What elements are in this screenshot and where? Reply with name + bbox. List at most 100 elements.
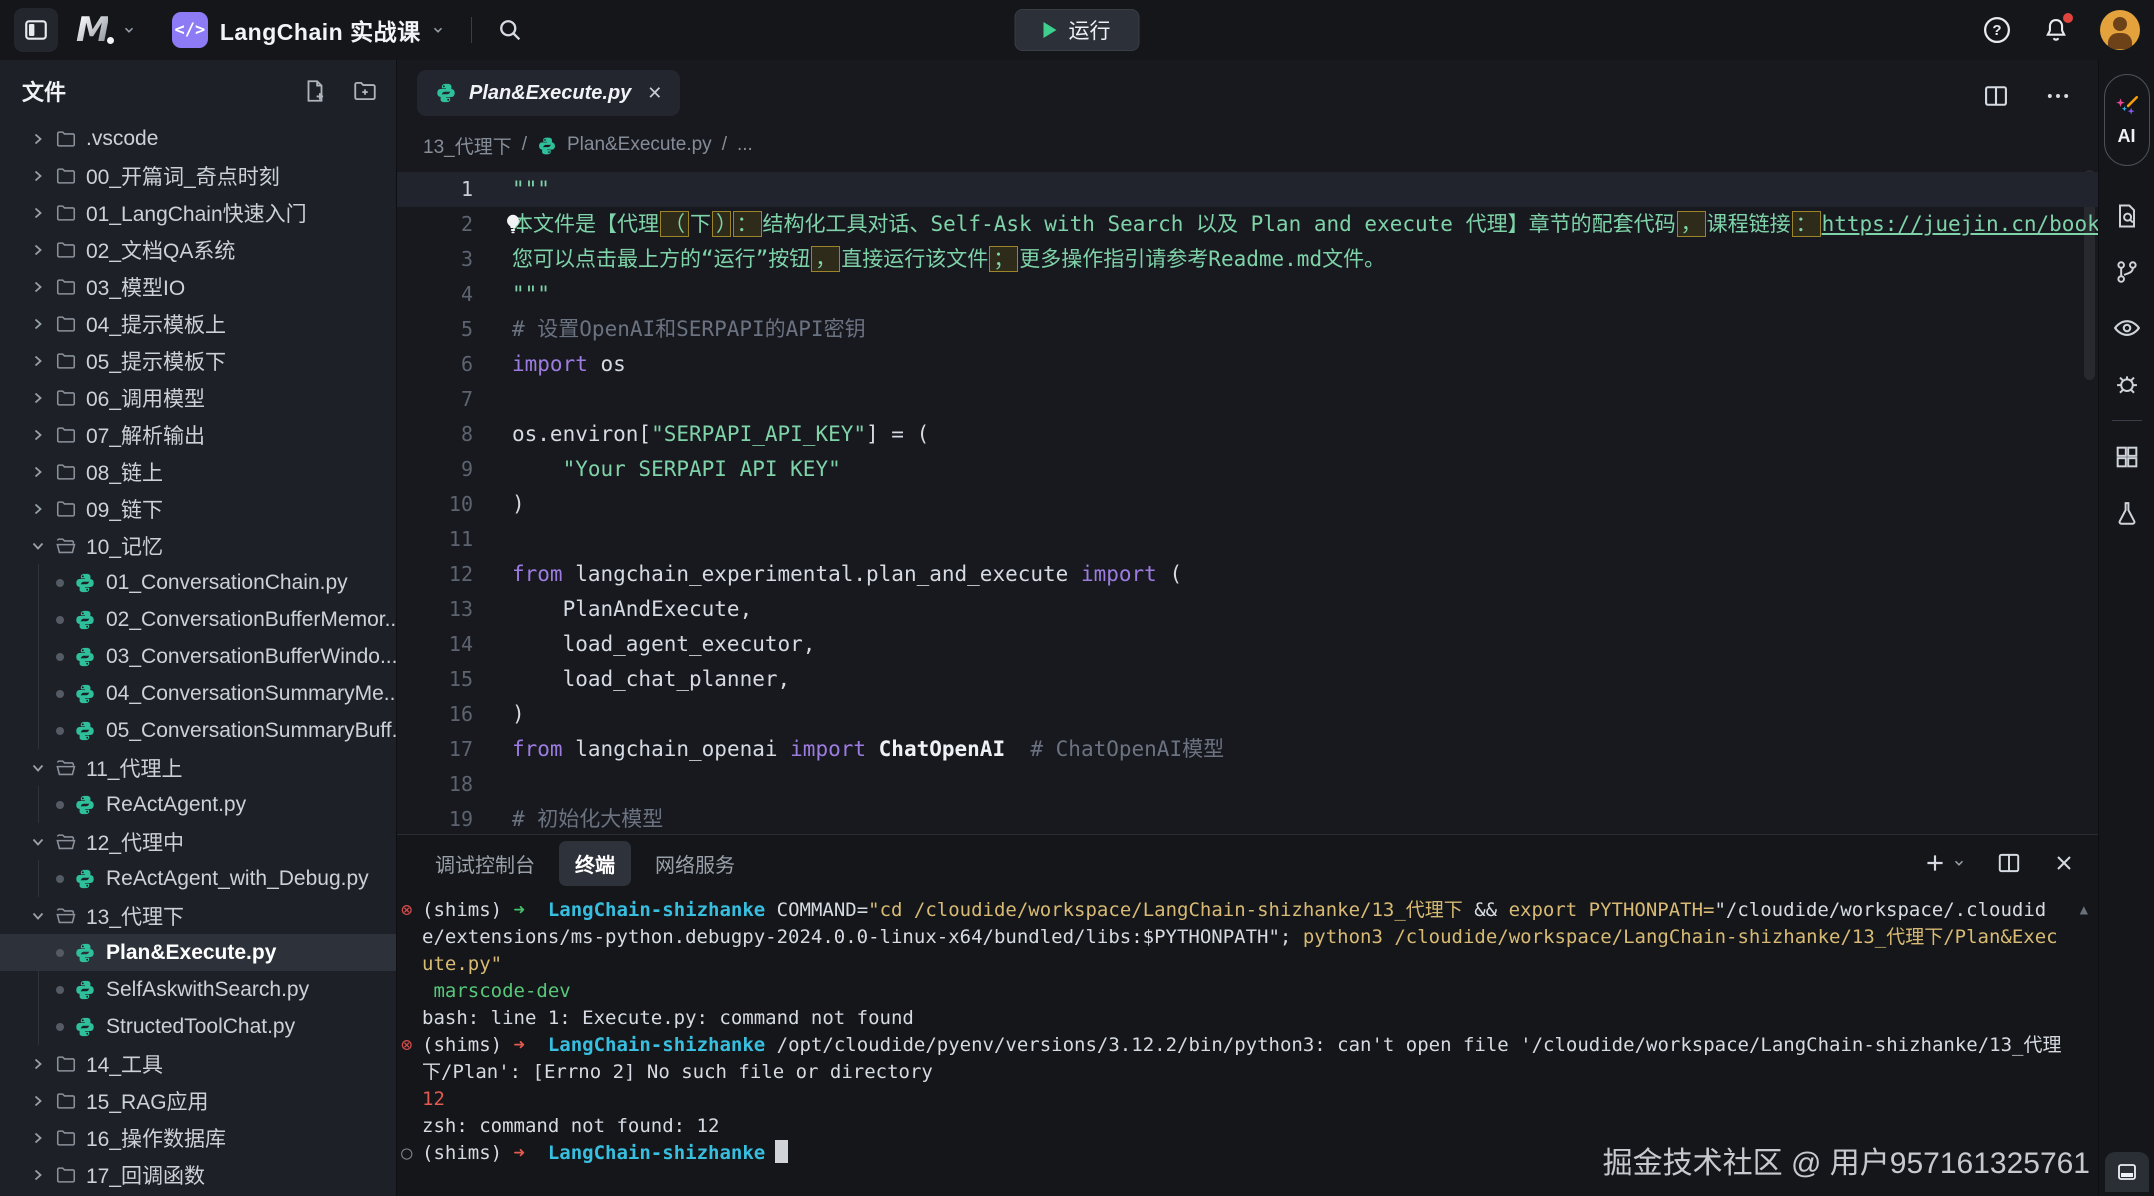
code-line[interactable]: 16) xyxy=(397,697,2098,732)
project-chevron-down-icon[interactable] xyxy=(431,23,445,37)
breadcrumb[interactable]: 13_代理下 / Plan&Execute.py / ... xyxy=(397,124,2098,166)
tree-file-row[interactable]: StructedToolChat.py xyxy=(0,1008,396,1045)
tree-folder-row[interactable]: 05_提示模板下 xyxy=(0,342,396,379)
split-editor-icon[interactable] xyxy=(1982,82,2010,110)
sidebar-toggle-button[interactable] xyxy=(14,8,58,52)
code-line[interactable]: 6import os xyxy=(397,347,2098,382)
logo-chevron-down-icon[interactable] xyxy=(122,23,136,37)
lightbulb-icon[interactable] xyxy=(501,212,525,236)
code-line[interactable]: 3您可以点击最上方的“运行”按钮，直接运行该文件；更多操作指引请参考Readme… xyxy=(397,242,2098,277)
search-icon[interactable] xyxy=(496,16,524,44)
search-in-files-button[interactable] xyxy=(2099,188,2154,244)
code-line[interactable]: 5# 设置OpenAI和SERPAPI的API密钥 xyxy=(397,312,2098,347)
code-line[interactable]: 11 xyxy=(397,522,2098,557)
line-number: 11 xyxy=(397,522,473,557)
code-line[interactable]: 7 xyxy=(397,382,2098,417)
tree-folder-row[interactable]: 09_链下 xyxy=(0,490,396,527)
code-line[interactable]: 18 xyxy=(397,767,2098,802)
tab-close-icon[interactable]: ✕ xyxy=(647,83,662,104)
chevron-icon xyxy=(30,1056,46,1072)
tree-folder-row[interactable]: 01_LangChain快速入门 xyxy=(0,194,396,231)
extensions-button[interactable] xyxy=(2099,429,2154,485)
breadcrumb-more[interactable]: ... xyxy=(737,134,753,156)
tree-folder-row[interactable]: 16_操作数据库 xyxy=(0,1119,396,1156)
tree-file-row[interactable]: 02_ConversationBufferMemor... xyxy=(0,601,396,638)
tree-file-row[interactable]: ReActAgent_with_Debug.py xyxy=(0,860,396,897)
code-line[interactable]: 8os.environ["SERPAPI_API_KEY"] = ( xyxy=(397,417,2098,452)
tree-folder-row[interactable]: 03_模型IO xyxy=(0,268,396,305)
new-file-icon[interactable] xyxy=(302,78,328,104)
toggle-panel-button[interactable] xyxy=(2105,1152,2149,1192)
code-line[interactable]: 4""" xyxy=(397,277,2098,312)
chevron-icon xyxy=(30,427,46,443)
tree-folder-row[interactable]: .vscode xyxy=(0,120,396,157)
code-line[interactable]: 10) xyxy=(397,487,2098,522)
code-line[interactable]: 19# 初始化大模型 xyxy=(397,802,2098,834)
line-number: 12 xyxy=(397,557,473,592)
user-avatar[interactable] xyxy=(2100,10,2140,50)
source-control-button[interactable] xyxy=(2099,244,2154,300)
more-actions-icon[interactable] xyxy=(2044,82,2072,110)
tab-terminal[interactable]: 终端 xyxy=(559,841,631,886)
breadcrumb-folder[interactable]: 13_代理下 xyxy=(423,132,512,159)
tree-file-row[interactable]: ReActAgent.py xyxy=(0,786,396,823)
tree-file-row-selected[interactable]: Plan&Execute.py xyxy=(0,934,396,971)
ai-assistant-button[interactable]: AI xyxy=(2104,74,2150,166)
tree-folder-row[interactable]: 13_代理下 xyxy=(0,897,396,934)
tree-folder-row[interactable]: 04_提示模板上 xyxy=(0,305,396,342)
tree-folder-row[interactable]: 12_代理中 xyxy=(0,823,396,860)
tree-file-row[interactable]: 03_ConversationBufferWindo... xyxy=(0,638,396,675)
notifications-button[interactable] xyxy=(2042,16,2070,44)
tree-folder-row[interactable]: 00_开篇词_奇点时刻 xyxy=(0,157,396,194)
code-line[interactable]: 12from langchain_experimental.plan_and_e… xyxy=(397,557,2098,592)
tree-folder-row[interactable]: 17_回调函数 xyxy=(0,1156,396,1193)
code-line[interactable]: 1""" xyxy=(397,172,2098,207)
folder-label: 01_LangChain快速入门 xyxy=(86,198,307,228)
tree-folder-row[interactable]: 11_代理上 xyxy=(0,749,396,786)
tree-file-row[interactable]: 01_ConversationChain.py xyxy=(0,564,396,601)
breadcrumb-sep: / xyxy=(722,134,727,156)
file-status-dot xyxy=(56,579,64,587)
terminal-line: ○(shims) ➜ LangChain-shizhanke xyxy=(422,1140,2068,1167)
code-line[interactable]: 13 PlanAndExecute, xyxy=(397,592,2098,627)
code-line[interactable]: 14 load_agent_executor, xyxy=(397,627,2098,662)
tree-file-row[interactable]: 05_ConversationSummaryBuff... xyxy=(0,712,396,749)
tab-debug-console[interactable]: 调试控制台 xyxy=(419,841,551,886)
preview-button[interactable] xyxy=(2099,300,2154,356)
tab-plan-execute[interactable]: Plan&Execute.py ✕ xyxy=(417,70,680,116)
debug-button[interactable] xyxy=(2099,356,2154,412)
tree-folder-row[interactable]: 06_调用模型 xyxy=(0,379,396,416)
tree-file-row[interactable]: 04_ConversationSummaryMe... xyxy=(0,675,396,712)
marscode-logo[interactable]: M xyxy=(76,10,108,50)
notification-dot xyxy=(2063,13,2073,23)
code-line[interactable]: 9 "Your SERPAPI API KEY" xyxy=(397,452,2098,487)
tree-folder-row[interactable]: 07_解析输出 xyxy=(0,416,396,453)
split-panel-icon[interactable] xyxy=(1996,850,2022,876)
help-icon[interactable]: ? xyxy=(1982,15,2012,45)
code-line[interactable]: 15 load_chat_planner, xyxy=(397,662,2098,697)
code-editor[interactable]: 1"""2本文件是【代理（下）：结构化工具对话、Self-Ask with Se… xyxy=(397,166,2098,834)
tree-folder-row[interactable]: 14_工具 xyxy=(0,1045,396,1082)
eye-icon xyxy=(2112,313,2142,343)
chevron-icon xyxy=(30,316,46,332)
new-folder-icon[interactable] xyxy=(352,78,378,104)
terminal-content[interactable]: ▲ ⊗(shims) ➜ LangChain-shizhanke COMMAND… xyxy=(397,891,2098,1196)
run-button[interactable]: 运行 xyxy=(1015,9,1140,51)
code-line[interactable]: 2本文件是【代理（下）：结构化工具对话、Self-Ask with Search… xyxy=(397,207,2098,242)
tree-folder-row[interactable]: 10_记忆 xyxy=(0,527,396,564)
line-number: 9 xyxy=(397,452,473,487)
scroll-up-arrow-icon[interactable]: ▲ xyxy=(2080,897,2088,924)
tree-folder-row[interactable]: 08_链上 xyxy=(0,453,396,490)
code-line[interactable]: 17from langchain_openai import ChatOpenA… xyxy=(397,732,2098,767)
tree-folder-row[interactable]: 15_RAG应用 xyxy=(0,1082,396,1119)
tree-file-row[interactable]: SelfAskwithSearch.py xyxy=(0,971,396,1008)
new-terminal-button[interactable] xyxy=(1922,850,1966,876)
file-label: Plan&Execute.py xyxy=(106,941,276,965)
breadcrumb-file[interactable]: Plan&Execute.py xyxy=(567,134,712,156)
error-status-icon: ⊗ xyxy=(401,897,412,924)
testing-button[interactable] xyxy=(2099,485,2154,541)
tab-network[interactable]: 网络服务 xyxy=(639,841,751,886)
tree-folder-row[interactable]: 02_文档QA系统 xyxy=(0,231,396,268)
project-name[interactable]: LangChain 实战课 xyxy=(220,13,421,47)
close-panel-icon[interactable] xyxy=(2052,851,2076,875)
